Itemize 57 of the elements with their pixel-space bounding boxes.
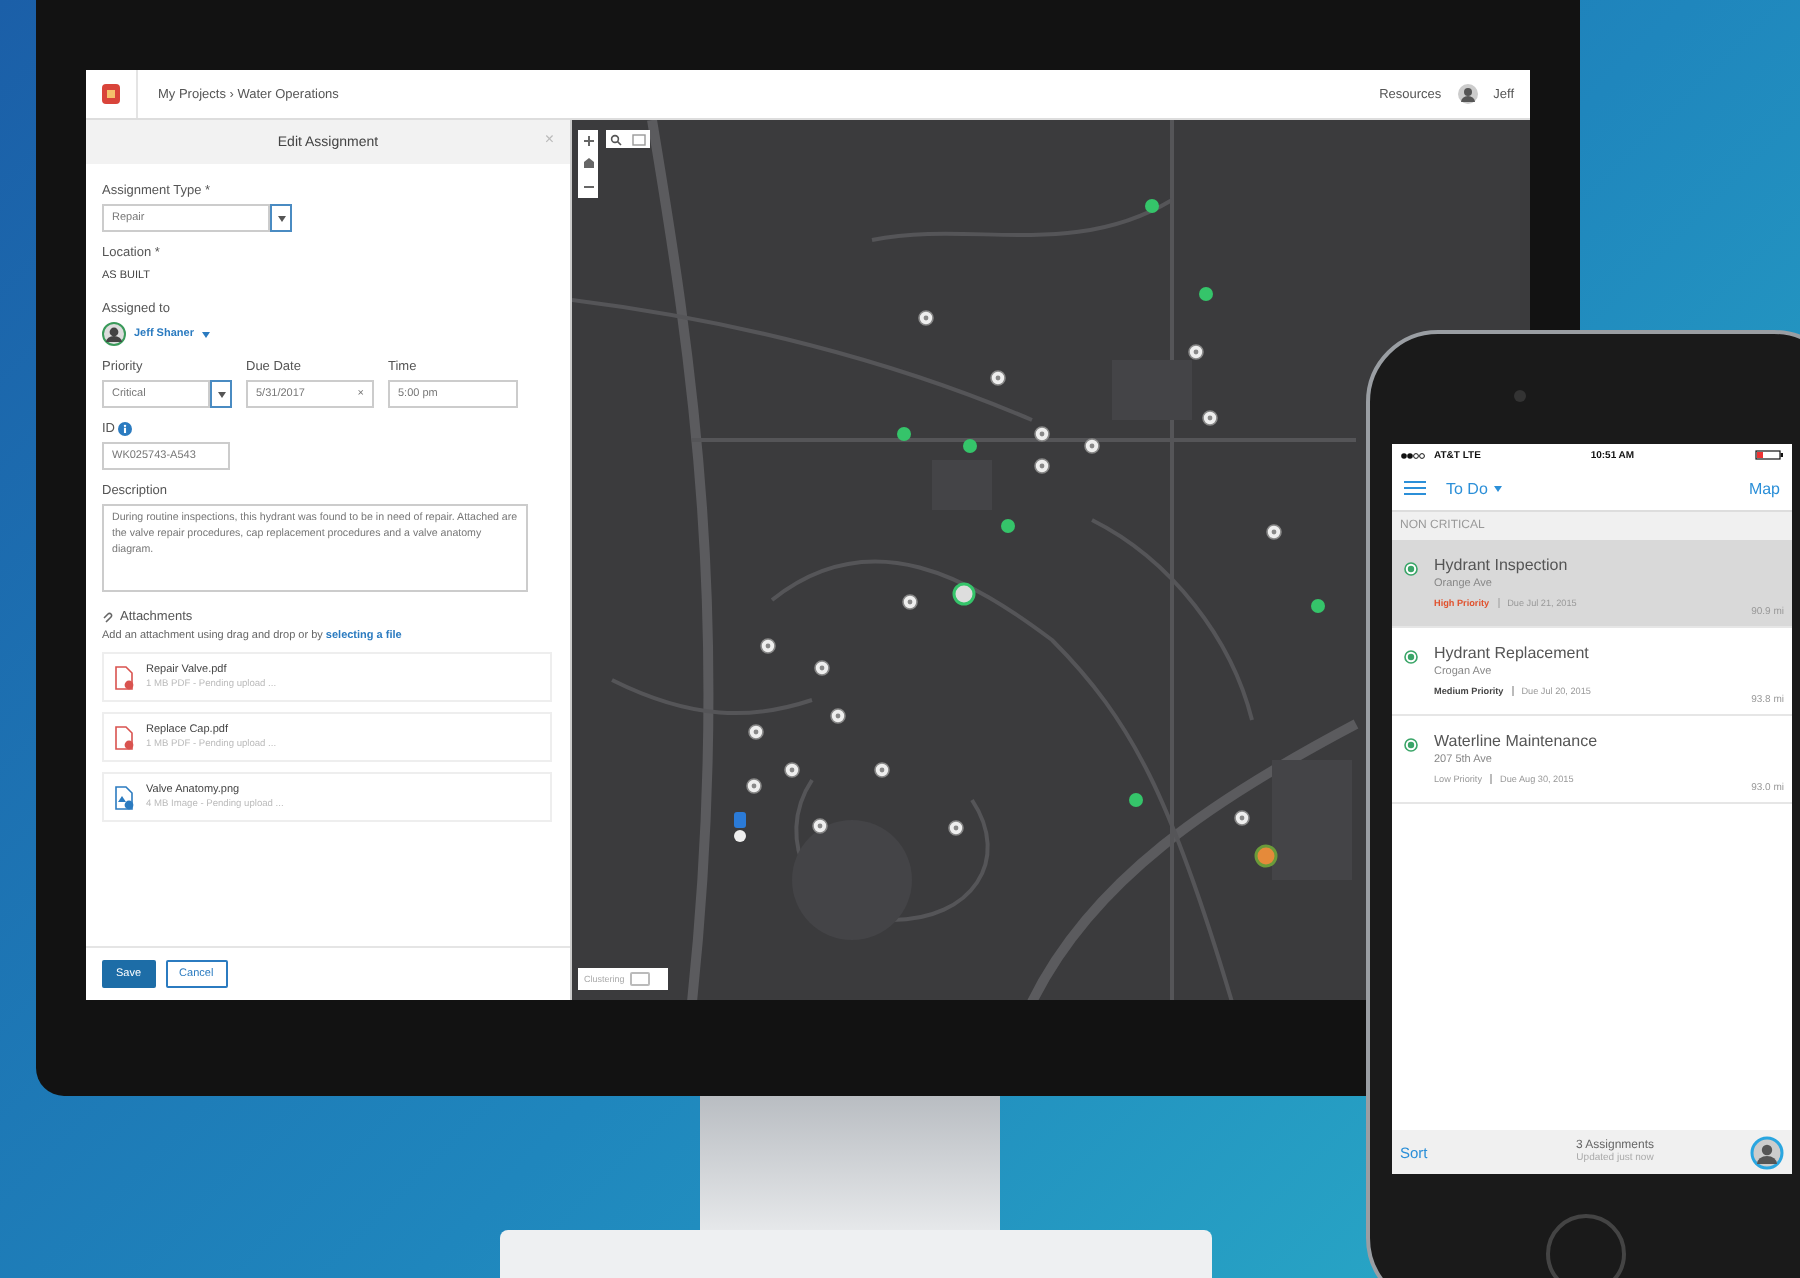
image-file-icon xyxy=(114,785,134,810)
map-marker[interactable] xyxy=(948,820,964,836)
status-icon xyxy=(1404,650,1418,664)
pdf-file-icon xyxy=(114,725,134,750)
map-marker[interactable] xyxy=(1034,458,1050,474)
map-marker[interactable] xyxy=(1199,287,1213,301)
help-icon[interactable] xyxy=(118,422,133,436)
assignment-title: Hydrant Inspection xyxy=(1434,556,1570,574)
map-marker[interactable] xyxy=(963,439,977,453)
map-marker[interactable] xyxy=(1001,519,1015,533)
map-marker[interactable] xyxy=(1266,524,1282,540)
map-marker[interactable] xyxy=(1084,438,1100,454)
app-logo-icon xyxy=(102,84,120,104)
signal-icon xyxy=(1400,451,1428,459)
map-marker[interactable] xyxy=(1034,426,1050,442)
caret-icon xyxy=(201,331,210,337)
map-marker[interactable] xyxy=(902,594,918,610)
zoom-in-icon[interactable] xyxy=(581,134,595,149)
map-marker[interactable] xyxy=(918,310,934,326)
map-marker[interactable] xyxy=(830,708,846,724)
map-marker[interactable] xyxy=(814,660,830,676)
user-avatar-icon xyxy=(102,322,126,346)
map-marker[interactable] xyxy=(1145,199,1159,213)
assignment-title: Hydrant Replacement xyxy=(1434,644,1591,662)
worker-marker[interactable] xyxy=(1254,844,1278,868)
worker-marker[interactable] xyxy=(952,582,976,606)
list-dropdown[interactable]: To Do xyxy=(1446,479,1502,497)
map-marker[interactable] xyxy=(748,724,764,740)
caret-icon xyxy=(217,391,225,397)
status-icon xyxy=(1404,738,1418,752)
map-marker[interactable] xyxy=(874,762,890,778)
search-icon[interactable] xyxy=(610,133,623,145)
status-icon xyxy=(1404,562,1418,576)
assignment-title: Waterline Maintenance xyxy=(1434,732,1598,750)
pdf-file-icon xyxy=(114,665,134,690)
dropdown-button[interactable] xyxy=(270,204,292,232)
map-marker[interactable] xyxy=(1202,410,1218,426)
caret-icon xyxy=(1493,485,1502,491)
user-avatar-icon[interactable] xyxy=(1750,1135,1784,1169)
caret-icon xyxy=(277,215,285,221)
map-marker[interactable] xyxy=(897,427,911,441)
paperclip-icon xyxy=(102,611,114,624)
map-marker[interactable] xyxy=(1234,810,1250,826)
map-marker[interactable] xyxy=(1129,793,1143,807)
map-marker[interactable] xyxy=(812,818,828,834)
user-avatar-icon[interactable] xyxy=(1457,84,1478,104)
map-marker[interactable] xyxy=(1188,344,1204,360)
map-marker[interactable] xyxy=(760,638,776,654)
home-icon[interactable] xyxy=(581,156,595,171)
menu-icon[interactable] xyxy=(1404,480,1426,496)
location-pin-icon[interactable] xyxy=(734,812,746,842)
dropdown-button[interactable] xyxy=(210,380,232,408)
map-marker[interactable] xyxy=(1311,599,1325,613)
map-marker[interactable] xyxy=(746,778,762,794)
map-marker[interactable] xyxy=(784,762,800,778)
map-marker[interactable] xyxy=(990,370,1006,386)
map-link[interactable]: Map xyxy=(1748,479,1780,497)
